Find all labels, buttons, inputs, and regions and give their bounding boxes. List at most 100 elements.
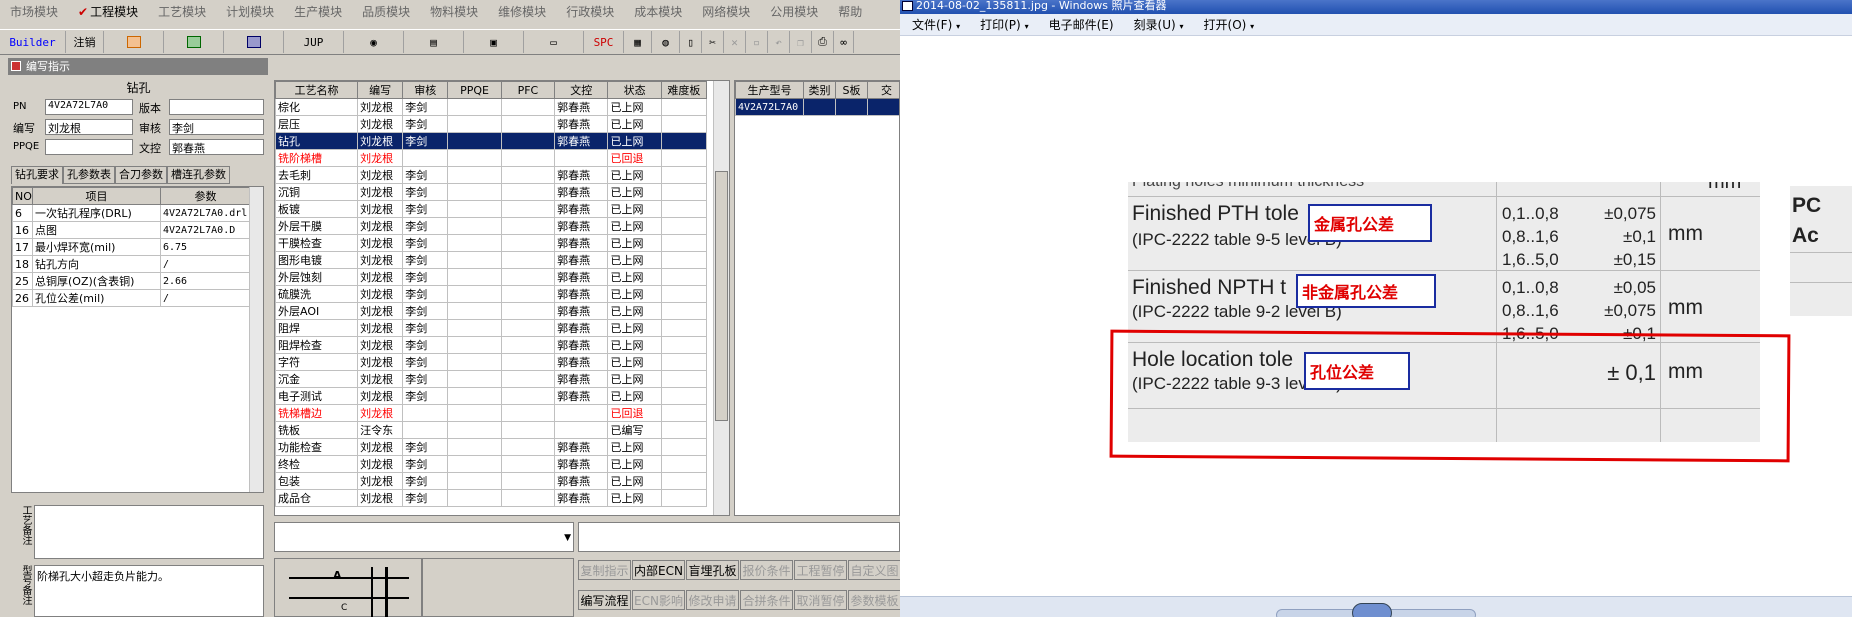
cut-icon[interactable]: ✂ — [702, 31, 724, 53]
process-dropdown[interactable]: ▼ — [274, 522, 574, 552]
menu-market[interactable]: 市场模块 — [0, 3, 68, 20]
param-row[interactable]: 26 孔位公差(mil) / — [12, 289, 251, 307]
delete-icon[interactable]: ✕ — [724, 31, 746, 53]
model-header-cell[interactable]: 类别 — [803, 81, 836, 99]
menu-admin[interactable]: 行政模块 — [556, 3, 624, 20]
tab-tool-params[interactable]: 合刀参数 — [115, 166, 167, 184]
version-field[interactable] — [169, 99, 264, 115]
process-row[interactable]: 去毛刺 刘龙根 李剑 郭春燕 已上网 — [275, 166, 708, 184]
process-row[interactable]: 铣阶梯槽 刘龙根 已回退 — [275, 149, 708, 167]
param-row[interactable]: 17 最小焊环宽(mil) 6.75 — [12, 238, 251, 256]
ppqe-field[interactable] — [45, 139, 133, 155]
process-row[interactable]: 包装 刘龙根 李剑 郭春燕 已上网 — [275, 472, 708, 490]
builder-button[interactable]: Builder — [0, 31, 66, 53]
model-row[interactable]: 4V2A72L7A0 — [735, 98, 899, 116]
viewer-menu-burn[interactable]: 刻录(U) ▾ — [1122, 16, 1192, 33]
action-button[interactable]: 参数模板 — [848, 590, 900, 610]
logout-button[interactable]: 注销 — [66, 31, 104, 53]
process-header-cell[interactable]: 状态 — [607, 81, 662, 99]
model-header-cell[interactable]: 生产型号 — [735, 81, 804, 99]
process-header-cell[interactable]: 文控 — [554, 81, 609, 99]
process-row[interactable]: 棕化 刘龙根 李剑 郭春燕 已上网 — [275, 98, 708, 116]
excel-icon[interactable] — [164, 31, 224, 53]
param-scrollbar[interactable] — [249, 187, 263, 492]
process-row[interactable]: 阻焊 刘龙根 李剑 郭春燕 已上网 — [275, 319, 708, 337]
jup-button[interactable]: JUP — [284, 31, 344, 53]
menu-public[interactable]: 公用模块 — [760, 3, 828, 20]
menu-process[interactable]: 工艺模块 — [148, 3, 216, 20]
map-icon[interactable]: ▦ — [624, 31, 652, 53]
process-header-cell[interactable]: PFC — [500, 81, 556, 99]
action-button[interactable]: 编写流程 — [578, 590, 631, 610]
copy-icon[interactable]: ❐ — [790, 31, 812, 53]
process-row[interactable]: 干膜检查 刘龙根 李剑 郭春燕 已上网 — [275, 234, 708, 252]
print-icon[interactable]: ⎙ — [812, 31, 834, 53]
tab-drill-requirements[interactable]: 钻孔要求 — [11, 166, 63, 184]
undo-icon[interactable]: ↶ — [768, 31, 790, 53]
action-button[interactable]: 内部ECN — [632, 560, 685, 580]
process-row[interactable]: 层压 刘龙根 李剑 郭春燕 已上网 — [275, 115, 708, 133]
model-header-cell[interactable]: S板 — [835, 81, 868, 99]
play-slideshow-icon[interactable] — [1352, 603, 1392, 617]
doc-control-field[interactable]: 郭春燕 — [169, 139, 264, 155]
process-note-field[interactable] — [34, 505, 264, 559]
process-header-cell[interactable]: 编写 — [357, 81, 404, 99]
tab-hole-params[interactable]: 孔参数表 — [63, 166, 115, 184]
process-row[interactable]: 外层干膜 刘龙根 李剑 郭春燕 已上网 — [275, 217, 708, 235]
action-button[interactable]: 报价条件 — [740, 560, 793, 580]
action-button[interactable]: 自定义图 — [848, 560, 900, 580]
process-row[interactable]: 沉铜 刘龙根 李剑 郭春燕 已上网 — [275, 183, 708, 201]
menu-maintenance[interactable]: 维修模块 — [488, 3, 556, 20]
param-row[interactable]: 16 点图 4V2A72L7A0.D — [12, 221, 251, 239]
word-icon[interactable] — [224, 31, 284, 53]
process-row[interactable]: 功能检查 刘龙根 李剑 郭春燕 已上网 — [275, 438, 708, 456]
model-remark-field[interactable]: 阶梯孔大小超走负片能力。 — [34, 565, 264, 617]
reviewer-field[interactable]: 李剑 — [169, 119, 264, 135]
new-doc-icon[interactable]: ▯ — [680, 31, 702, 53]
viewer-menu-file[interactable]: 文件(F) ▾ — [900, 16, 968, 33]
menu-quality[interactable]: 品质模块 — [352, 3, 420, 20]
param-row[interactable]: 6 一次钻孔程序(DRL) 4V2A72L7A0.drl — [12, 204, 251, 222]
menu-plan[interactable]: 计划模块 — [216, 3, 284, 20]
process-row[interactable]: 外层AOI 刘龙根 李剑 郭春燕 已上网 — [275, 302, 708, 320]
printer-device-icon[interactable]: ▣ — [464, 31, 524, 53]
action-button[interactable]: 工程暂停 — [794, 560, 847, 580]
monitor-icon[interactable]: ▭ — [524, 31, 584, 53]
menu-help[interactable]: 帮助 — [828, 3, 872, 20]
process-row[interactable]: 终检 刘龙根 李剑 郭春燕 已上网 — [275, 455, 708, 473]
menu-material[interactable]: 物料模块 — [420, 3, 488, 20]
menu-production[interactable]: 生产模块 — [284, 3, 352, 20]
process-row[interactable]: 成品仓 刘龙根 李剑 郭春燕 已上网 — [275, 489, 708, 507]
menu-network[interactable]: 网络模块 — [692, 3, 760, 20]
action-button[interactable]: 合拼条件 — [740, 590, 793, 610]
action-button[interactable]: 修改申请 — [686, 590, 739, 610]
param-row[interactable]: 18 钻孔方向 / — [12, 255, 251, 273]
action-button[interactable]: ECN影响 — [632, 590, 685, 610]
action-button[interactable]: 复制指示 — [578, 560, 631, 580]
process-row[interactable]: 铣梯槽边 刘龙根 已回退 — [275, 404, 708, 422]
tab-slot-params[interactable]: 槽连孔参数 — [167, 166, 230, 184]
process-row[interactable]: 字符 刘龙根 李剑 郭春燕 已上网 — [275, 353, 708, 371]
action-button[interactable]: 盲埋孔板 — [686, 560, 739, 580]
book-icon[interactable]: ▤ — [404, 31, 464, 53]
param-row[interactable]: 25 总铜厚(OZ)(含表铜) 2.66 — [12, 272, 251, 290]
process-scroll-thumb[interactable] — [715, 171, 728, 421]
process-row[interactable]: 沉金 刘龙根 李剑 郭春燕 已上网 — [275, 370, 708, 388]
save-icon[interactable]: ▫ — [746, 31, 768, 53]
process-header-cell[interactable]: PPQE — [447, 81, 502, 99]
viewer-menu-email[interactable]: 电子邮件(E) — [1037, 16, 1122, 33]
binoculars-icon[interactable]: ∞ — [834, 31, 854, 53]
process-header-cell[interactable]: 审核 — [402, 81, 449, 99]
model-dropdown[interactable] — [578, 522, 900, 552]
process-row[interactable]: 图形电镀 刘龙根 李剑 郭春燕 已上网 — [275, 251, 708, 269]
model-header-cell[interactable]: 交 — [867, 81, 899, 99]
viewer-menu-print[interactable]: 打印(P) ▾ — [968, 16, 1036, 33]
viewer-menu-open[interactable]: 打开(O) ▾ — [1192, 16, 1263, 33]
process-row[interactable]: 电子测试 刘龙根 李剑 郭春燕 已上网 — [275, 387, 708, 405]
globe-icon[interactable]: ◍ — [652, 31, 680, 53]
menu-cost[interactable]: 成本模块 — [624, 3, 692, 20]
process-row[interactable]: 硫膜洗 刘龙根 李剑 郭春燕 已上网 — [275, 285, 708, 303]
ppt-icon[interactable] — [104, 31, 164, 53]
menu-engineering[interactable]: ✔ 工程模块 — [68, 3, 148, 20]
editor-field[interactable]: 刘龙根 — [45, 119, 133, 135]
